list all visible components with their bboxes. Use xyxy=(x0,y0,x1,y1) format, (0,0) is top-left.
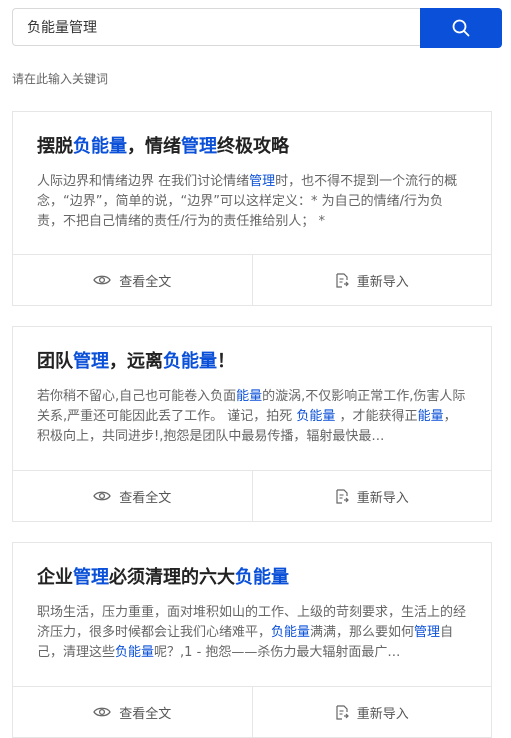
text-segment: 摆脱 xyxy=(37,136,73,157)
keyword-highlight: 管理 xyxy=(73,351,109,372)
keyword-highlight: 管理 xyxy=(181,136,217,157)
text-segment: 团队 xyxy=(37,351,73,372)
text-segment: 企业 xyxy=(37,567,73,588)
view-full-label: 查看全文 xyxy=(119,490,172,506)
text-segment: ，情绪 xyxy=(127,136,181,157)
keyword-highlight: 管理 xyxy=(414,625,441,640)
result-title[interactable]: 团队管理，远离负能量！ xyxy=(37,349,467,375)
keyword-highlight: 负能量 xyxy=(271,625,311,640)
view-full-button[interactable]: 查看全文 xyxy=(13,471,252,521)
keyword-highlight: 负能量 xyxy=(115,645,155,660)
text-segment: 必须清理的六大 xyxy=(109,567,235,588)
reimport-label: 重新导入 xyxy=(356,706,409,722)
keyword-highlight: 管理 xyxy=(249,174,276,189)
text-segment: 人际边界和情绪边界 在我们讨论情绪 xyxy=(37,174,250,189)
keyword-highlight: 负能量 xyxy=(235,567,289,588)
text-segment: 若你稍不留心,自己也可能卷入负面 xyxy=(37,389,237,404)
keyword-highlight: 负能量 xyxy=(73,136,127,157)
view-full-label: 查看全文 xyxy=(119,706,172,722)
view-full-button[interactable]: 查看全文 xyxy=(13,255,252,305)
text-segment: ，远离 xyxy=(109,351,163,372)
result-title[interactable]: 企业管理必须清理的六大负能量 xyxy=(37,565,467,591)
import-document-icon xyxy=(336,704,349,720)
search-hint: 请在此输入关键词 xyxy=(12,72,109,86)
result-description: 若你稍不留心,自己也可能卷入负面能量的漩涡,不仅影响正常工作,伤害人际关系,严重… xyxy=(37,387,467,447)
result-title[interactable]: 摆脱负能量，情绪管理终极攻略 xyxy=(37,134,467,160)
view-full-label: 查看全文 xyxy=(119,274,172,290)
keyword-highlight: 负能量 xyxy=(296,409,336,424)
card-actions: 查看全文 重新导入 xyxy=(13,254,491,305)
reimport-button[interactable]: 重新导入 xyxy=(251,255,492,305)
keyword-highlight: 能量 xyxy=(236,389,263,404)
reimport-button[interactable]: 重新导入 xyxy=(251,687,492,737)
search-bar xyxy=(12,8,502,48)
keyword-highlight: 能量 xyxy=(417,409,444,424)
eye-icon xyxy=(93,275,111,285)
reimport-button[interactable]: 重新导入 xyxy=(251,471,492,521)
text-segment: 满满，那么要如何 xyxy=(310,625,415,640)
card-actions: 查看全文 重新导入 xyxy=(13,470,491,521)
card-actions: 查看全文 重新导入 xyxy=(13,686,491,737)
keyword-highlight: 管理 xyxy=(73,567,109,588)
result-card: 企业管理必须清理的六大负能量 职场生活，压力重重，面对堆积如山的工作、上级的苛刻… xyxy=(12,542,492,738)
search-icon xyxy=(452,19,470,37)
import-document-icon xyxy=(336,272,349,288)
eye-icon xyxy=(93,491,111,501)
search-input[interactable] xyxy=(12,8,421,46)
import-document-icon xyxy=(336,488,349,504)
result-description: 人际边界和情绪边界 在我们讨论情绪管理时，也不得不提到一个流行的概念，“边界”，… xyxy=(37,172,467,232)
text-segment: 呢？,1 - 抱怨——杀伤力最大辐射面最广… xyxy=(154,645,401,660)
reimport-label: 重新导入 xyxy=(356,274,409,290)
text-segment: ！ xyxy=(217,351,235,372)
result-description: 职场生活，压力重重，面对堆积如山的工作、上级的苛刻要求，生活上的经济压力，很多时… xyxy=(37,603,467,663)
reimport-label: 重新导入 xyxy=(356,490,409,506)
result-card: 摆脱负能量，情绪管理终极攻略 人际边界和情绪边界 在我们讨论情绪管理时，也不得不… xyxy=(12,111,492,306)
text-segment: 终极攻略 xyxy=(217,136,289,157)
view-full-button[interactable]: 查看全文 xyxy=(13,687,252,737)
eye-icon xyxy=(93,707,111,717)
text-segment: ，才能获得正 xyxy=(335,409,418,424)
keyword-highlight: 负能量 xyxy=(163,351,217,372)
search-button[interactable] xyxy=(420,8,502,48)
result-card: 团队管理，远离负能量！ 若你稍不留心,自己也可能卷入负面能量的漩涡,不仅影响正常… xyxy=(12,326,492,522)
